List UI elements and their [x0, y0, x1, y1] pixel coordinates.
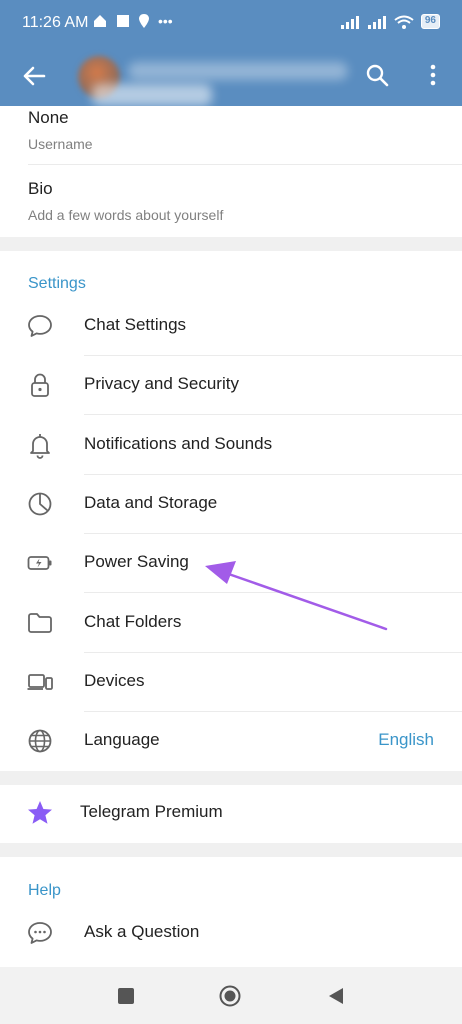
- section-gap: [0, 843, 462, 857]
- settings-item-ask-a-question[interactable]: Ask a Question: [0, 904, 462, 963]
- bell-icon: [30, 434, 50, 459]
- settings-item-power-saving[interactable]: Power Saving: [0, 534, 462, 593]
- settings-item-label: Devices: [84, 671, 145, 690]
- settings-item-chat-folders[interactable]: Chat Folders: [0, 594, 462, 653]
- divider: [84, 414, 462, 415]
- settings-list: Chat Settings Privacy and Security Notific…: [0, 0, 462, 1024]
- settings-item-label: Privacy and Security: [84, 374, 239, 393]
- home-circle-icon[interactable]: [219, 985, 241, 1007]
- star-icon: [28, 801, 52, 824]
- system-navigation-bar: [0, 967, 462, 1024]
- settings-item-data-and-storage[interactable]: Data and Storage: [0, 475, 462, 534]
- settings-item-telegram-premium[interactable]: Telegram Premium: [0, 784, 462, 843]
- settings-item-label: Telegram Premium: [80, 802, 223, 821]
- back-triangle-icon[interactable]: [325, 985, 347, 1007]
- settings-item-chat-settings[interactable]: Chat Settings: [0, 297, 462, 356]
- settings-item-notifications-and-sounds[interactable]: Notifications and Sounds: [0, 416, 462, 475]
- settings-item-label: Notifications and Sounds: [84, 434, 273, 453]
- settings-item-label: Chat Settings: [84, 315, 187, 334]
- settings-item-language[interactable]: Language English: [0, 712, 462, 771]
- lock-icon: [31, 373, 49, 397]
- recents-square-icon[interactable]: [115, 985, 137, 1007]
- divider: [84, 592, 462, 593]
- settings-item-label: Power Saving: [84, 552, 189, 571]
- settings-item-label: Ask a Question: [84, 922, 200, 941]
- settings-item-label: Chat Folders: [84, 612, 182, 631]
- question-bubble-icon: [28, 922, 52, 944]
- settings-item-label: Data and Storage: [84, 493, 218, 512]
- devices-icon: [27, 674, 53, 690]
- pie-chart-icon: [28, 492, 52, 516]
- chat-bubble-icon: [28, 315, 52, 337]
- help-section-title: Help: [28, 882, 61, 899]
- language-value: English: [378, 730, 434, 749]
- section-gap: [0, 771, 462, 785]
- settings-item-privacy-and-security[interactable]: Privacy and Security: [0, 356, 462, 415]
- settings-item-label: Language: [84, 730, 160, 749]
- battery-bolt-icon: [27, 556, 52, 570]
- folder-icon: [28, 613, 52, 633]
- globe-icon: [28, 729, 52, 753]
- settings-item-devices[interactable]: Devices: [0, 653, 462, 712]
